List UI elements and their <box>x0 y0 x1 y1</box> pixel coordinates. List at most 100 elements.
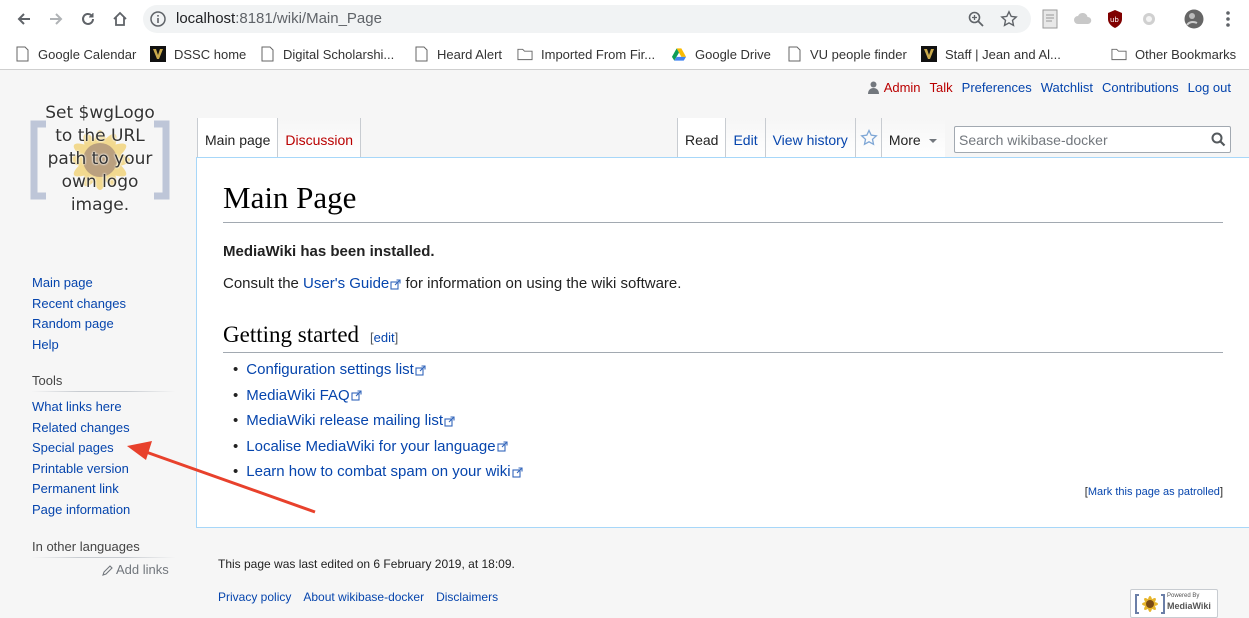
mediawiki-faq-link[interactable]: MediaWiki FAQ <box>246 386 362 404</box>
sidebar-item: Recent changes <box>32 294 126 315</box>
folder-icon <box>1111 46 1127 62</box>
external-link-icon <box>444 416 455 427</box>
main-content: Main Page MediaWiki has been installed. … <box>196 157 1249 528</box>
forward-arrow-icon <box>50 13 63 25</box>
disclaimers-link[interactable]: Disclaimers <box>436 590 498 604</box>
bookmark-google-calendar[interactable]: Google Calendar <box>14 43 136 65</box>
tab-discussion[interactable]: Discussion <box>278 118 362 158</box>
list-item: Configuration settings list <box>233 357 523 383</box>
sidebar-item-random-page[interactable]: Random page <box>32 316 114 331</box>
tab-main-page[interactable]: Main page <box>197 118 279 158</box>
sidebar-item-permanent-link[interactable]: Permanent link <box>32 481 119 496</box>
logo-line: to the URL <box>55 126 145 146</box>
consult-text: Consult the <box>223 275 304 292</box>
tab-edit[interactable]: Edit <box>725 118 765 158</box>
sidebar-item-printable-version[interactable]: Printable version <box>32 461 129 476</box>
talk-link[interactable]: Talk <box>930 80 953 95</box>
bookmark-dssc-home[interactable]: DSSC home <box>150 43 246 65</box>
bookmark-imported-from-firefox[interactable]: Imported From Fir... <box>517 43 655 65</box>
users-guide-link[interactable]: User's Guide <box>303 275 401 292</box>
reload-button[interactable] <box>76 7 100 31</box>
list-item: Learn how to combat spam on your wiki <box>233 459 523 485</box>
list-item: MediaWiki FAQ <box>233 383 523 409</box>
logo-line: image. <box>70 195 130 215</box>
bookmark-staff-jean-and-al[interactable]: Staff | Jean and Al... <box>921 43 1061 65</box>
link-label: MediaWiki FAQ <box>246 386 350 404</box>
ublock-extension-icon[interactable]: ub <box>1106 9 1126 29</box>
sidebar-item-what-links-here[interactable]: What links here <box>32 399 122 414</box>
about-link[interactable]: About wikibase-docker <box>303 590 424 604</box>
toggle-extension-icon[interactable] <box>1139 9 1159 29</box>
vanderbilt-icon <box>150 46 166 62</box>
browser-menu-icon[interactable] <box>1218 9 1238 29</box>
logo-placeholder-text: Set $wgLogo to the URL path to your own … <box>22 102 178 217</box>
wiki-logo[interactable]: Set $wgLogo to the URL path to your own … <box>22 98 178 222</box>
profile-avatar-icon[interactable] <box>1184 9 1204 29</box>
more-menu[interactable]: More <box>880 118 945 158</box>
forward-button[interactable] <box>44 7 68 31</box>
search-input[interactable] <box>955 127 1205 152</box>
bookmark-label: Imported From Fir... <box>541 46 656 62</box>
search-button[interactable] <box>1211 132 1226 152</box>
add-links-button[interactable]: Add links <box>102 562 169 577</box>
powered-by-mediawiki-badge[interactable]: Powered By MediaWiki <box>1130 589 1218 618</box>
mark-patrolled-link[interactable]: Mark this page as patrolled <box>1088 486 1220 498</box>
bookmark-vu-people-finder[interactable]: VU people finder <box>786 43 907 65</box>
cloud-extension-icon[interactable] <box>1073 9 1093 29</box>
bookmark-label: Staff | Jean and Al... <box>945 46 1061 62</box>
watchlist-link[interactable]: Watchlist <box>1041 80 1093 95</box>
personal-tools: Admin Talk Preferences Watchlist Contrib… <box>859 80 1231 95</box>
logout-link[interactable]: Log out <box>1188 80 1231 95</box>
external-link-icon <box>512 467 523 478</box>
page-icon <box>786 46 802 62</box>
bracket: ] <box>394 330 399 345</box>
tab-view-history[interactable]: View history <box>764 118 855 158</box>
url-host: localhost <box>176 10 236 27</box>
preferences-link[interactable]: Preferences <box>962 80 1032 95</box>
reader-extension-icon[interactable] <box>1041 9 1061 29</box>
bookmark-other-bookmarks[interactable]: Other Bookmarks <box>1111 43 1236 65</box>
contributions-link[interactable]: Contributions <box>1102 80 1179 95</box>
bracket: ] <box>1219 486 1223 498</box>
reload-icon <box>82 12 94 25</box>
link-label: MediaWiki release mailing list <box>246 412 443 430</box>
user-page-link[interactable]: Admin <box>867 80 921 95</box>
section-heading-getting-started: Getting started [edit] <box>223 322 1223 353</box>
consult-paragraph: Consult the User's Guide for information… <box>223 275 681 292</box>
vanderbilt-icon <box>921 46 937 62</box>
watch-star-button[interactable] <box>854 118 881 158</box>
zoom-icon[interactable] <box>967 10 985 33</box>
languages-heading: In other languages <box>32 539 175 558</box>
back-button[interactable] <box>12 7 36 31</box>
release-mailing-list-link[interactable]: MediaWiki release mailing list <box>246 412 455 429</box>
localise-mediawiki-link[interactable]: Localise MediaWiki for your language <box>246 438 508 455</box>
sidebar-item-special-pages[interactable]: Special pages <box>32 440 114 455</box>
sidebar-item: Page information <box>32 500 130 521</box>
info-icon[interactable] <box>149 10 167 33</box>
bookmark-heard-alert[interactable]: Heard Alert <box>413 43 502 65</box>
sidebar-item-main-page[interactable]: Main page <box>32 275 93 290</box>
privacy-policy-link[interactable]: Privacy policy <box>218 590 291 604</box>
combat-spam-link[interactable]: Learn how to combat spam on your wiki <box>246 463 523 481</box>
getting-started-list: Configuration settings list MediaWiki FA… <box>233 357 523 485</box>
link-label: Learn how to combat spam on your wiki <box>246 463 511 481</box>
browser-toolbar: localhost:8181/wiki/Main_Page ub <box>0 0 1249 38</box>
home-button[interactable] <box>108 7 132 31</box>
bookmark-label: Digital Scholarshi... <box>283 46 395 62</box>
last-edited-info: This page was last edited on 6 February … <box>218 557 515 571</box>
external-link-icon <box>497 441 508 452</box>
tab-read[interactable]: Read <box>677 118 726 158</box>
bookmarks-bar: Google Calendar DSSC home Digital Schola… <box>0 38 1249 70</box>
patrol-link-container: [Mark this page as patrolled] <box>1085 486 1223 498</box>
bookmark-digital-scholarship[interactable]: Digital Scholarshi... <box>259 43 394 65</box>
sidebar-item-recent-changes[interactable]: Recent changes <box>32 296 126 311</box>
sidebar-item-related-changes[interactable]: Related changes <box>32 420 130 435</box>
configuration-settings-link[interactable]: Configuration settings list <box>246 361 426 378</box>
edit-section-link[interactable]: edit <box>374 330 395 345</box>
bookmark-google-drive[interactable]: Google Drive <box>671 43 771 65</box>
address-bar[interactable]: localhost:8181/wiki/Main_Page <box>143 5 1031 33</box>
bookmark-star-icon[interactable] <box>1000 10 1018 33</box>
sidebar-item-page-information[interactable]: Page information <box>32 502 130 517</box>
sidebar-item-help[interactable]: Help <box>32 337 59 352</box>
folder-icon <box>517 46 533 62</box>
